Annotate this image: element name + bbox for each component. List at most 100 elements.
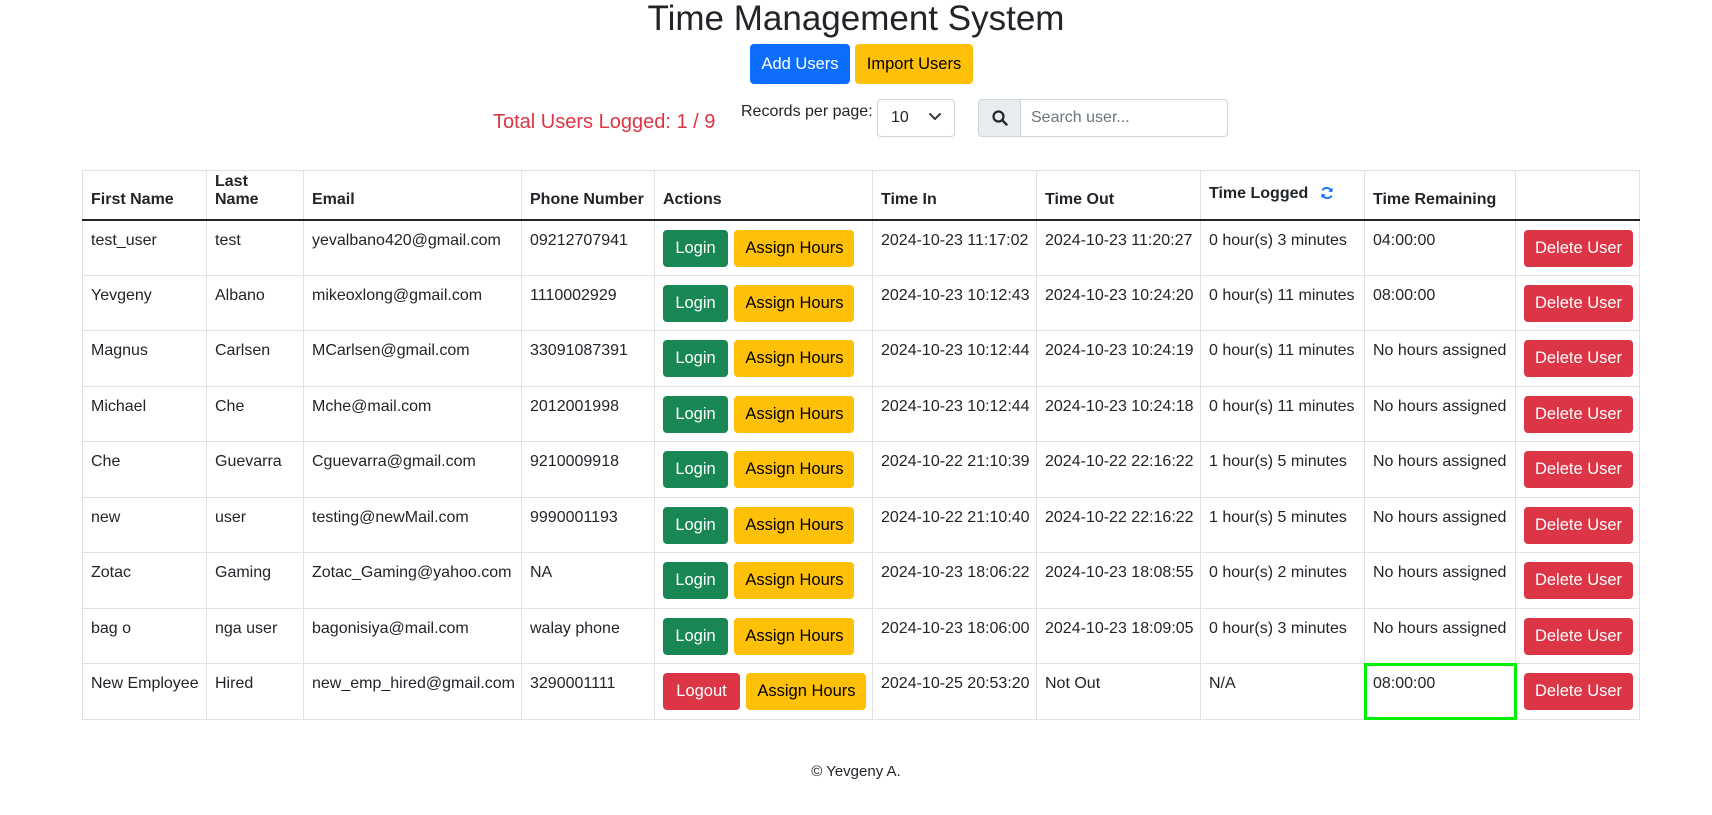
login-button[interactable]: Login (663, 395, 728, 433)
assign-hours-button[interactable]: Assign Hours (734, 340, 855, 377)
cell-time-out: 2024-10-23 10:24:20 (1036, 274, 1201, 331)
header-phone: Phone Number (521, 170, 655, 221)
delete-user-button[interactable]: Delete User (1524, 562, 1633, 599)
assign-hours-button[interactable]: Assign Hours (734, 284, 855, 322)
cell-last-name: Guevarra (206, 441, 304, 498)
cell-time-logged: 1 hour(s) 5 minutes (1200, 496, 1365, 553)
cell-phone: 2012001998 (521, 385, 655, 442)
cell-delete: Delete User (1515, 219, 1640, 276)
footer-copyright: © Yevgeny A. (811, 763, 901, 780)
refresh-icon[interactable] (1320, 186, 1334, 205)
assign-hours-button[interactable]: Assign Hours (734, 562, 855, 599)
delete-user-button[interactable]: Delete User (1524, 673, 1633, 710)
cell-last-name: test (206, 219, 304, 276)
cell-first-name: Che (82, 441, 207, 498)
cell-last-name: user (206, 496, 304, 553)
cell-last-name: Gaming (206, 552, 304, 609)
cell-time-remaining: 08:00:00 (1363, 662, 1517, 720)
login-button[interactable]: Login (663, 562, 728, 599)
login-button[interactable]: Login (663, 451, 728, 488)
assign-hours-button[interactable]: Assign Hours (746, 673, 867, 710)
cell-delete: Delete User (1515, 274, 1640, 331)
cell-time-remaining: No hours assigned (1364, 496, 1516, 553)
cell-email: bagonisiya@mail.com (303, 607, 522, 664)
records-per-page-select[interactable]: 10 (877, 99, 955, 137)
cell-email: testing@newMail.com (303, 496, 522, 553)
header-time-in: Time In (872, 170, 1037, 221)
cell-time-out: 2024-10-23 10:24:19 (1036, 330, 1201, 387)
cell-actions: Login Assign Hours (654, 274, 873, 331)
cell-email: yevalbano420@gmail.com (303, 219, 522, 276)
assign-hours-button[interactable]: Assign Hours (734, 395, 855, 433)
cell-time-in: 2024-10-23 10:12:44 (872, 330, 1037, 387)
delete-user-button[interactable]: Delete User (1524, 284, 1633, 322)
cell-actions: Logout Assign Hours (654, 663, 873, 720)
cell-time-logged: N/A (1200, 663, 1365, 720)
cell-time-in: 2024-10-22 21:10:40 (872, 496, 1037, 553)
delete-user-button[interactable]: Delete User (1524, 395, 1633, 433)
header-first-name: First Name (82, 170, 207, 221)
users-table: First Name Last Name Email Phone Number … (82, 170, 1640, 720)
assign-hours-button[interactable]: Assign Hours (734, 506, 855, 544)
total-users-logged: Total Users Logged: 1 / 9 (493, 111, 716, 133)
search-icon (979, 100, 1021, 136)
assign-hours-button[interactable]: Assign Hours (734, 229, 855, 267)
delete-user-button[interactable]: Delete User (1524, 506, 1633, 544)
cell-email: Zotac_Gaming@yahoo.com (303, 552, 522, 609)
cell-actions: Login Assign Hours (654, 441, 873, 498)
assign-hours-button[interactable]: Assign Hours (734, 451, 855, 488)
login-button[interactable]: Login (663, 506, 728, 544)
cell-first-name: Zotac (82, 552, 207, 609)
header-last-name: Last Name (206, 170, 304, 221)
login-button[interactable]: Login (663, 284, 728, 322)
cell-time-out: 2024-10-23 18:09:05 (1036, 607, 1201, 664)
cell-first-name: test_user (82, 219, 207, 276)
cell-first-name: bag o (82, 607, 207, 664)
cell-actions: Login Assign Hours (654, 385, 873, 442)
delete-user-button[interactable]: Delete User (1524, 340, 1633, 377)
delete-user-button[interactable]: Delete User (1524, 229, 1633, 267)
cell-phone: 33091087391 (521, 330, 655, 387)
delete-user-button[interactable]: Delete User (1524, 617, 1633, 655)
delete-user-button[interactable]: Delete User (1524, 451, 1633, 488)
search-input[interactable] (1021, 100, 1226, 136)
cell-time-in: 2024-10-23 18:06:00 (872, 607, 1037, 664)
cell-time-remaining: No hours assigned (1364, 607, 1516, 664)
login-button[interactable]: Login (663, 340, 728, 377)
logout-button[interactable]: Logout (663, 673, 740, 710)
import-users-button[interactable]: Import Users (855, 44, 973, 84)
assign-hours-button[interactable]: Assign Hours (734, 617, 855, 655)
cell-email: Mche@mail.com (303, 385, 522, 442)
login-button[interactable]: Login (663, 229, 728, 267)
header-actions: Actions (654, 170, 873, 221)
login-button[interactable]: Login (663, 617, 728, 655)
table-row: Yevgeny Albano mikeoxlong@gmail.com 1110002… (82, 274, 1640, 331)
cell-first-name: Yevgeny (82, 274, 207, 331)
table-row: New Employee Hired new_emp_hired@gmail.com… (82, 662, 1640, 720)
cell-email: Cguevarra@gmail.com (303, 441, 522, 498)
cell-delete: Delete User (1515, 552, 1640, 609)
cell-first-name: new (82, 496, 207, 553)
cell-time-out: 2024-10-23 10:24:18 (1036, 385, 1201, 442)
cell-time-in: 2024-10-23 18:06:22 (872, 552, 1037, 609)
cell-phone: 1110002929 (521, 274, 655, 331)
header-time-out: Time Out (1036, 170, 1201, 221)
cell-time-out: 2024-10-22 22:16:22 (1036, 441, 1201, 498)
cell-time-in: 2024-10-23 11:17:02 (872, 219, 1037, 276)
cell-delete: Delete User (1515, 607, 1640, 664)
cell-actions: Login Assign Hours (654, 607, 873, 664)
search-group (978, 99, 1228, 137)
cell-time-remaining: No hours assigned (1364, 441, 1516, 498)
cell-actions: Login Assign Hours (654, 496, 873, 553)
cell-time-logged: 0 hour(s) 11 minutes (1200, 330, 1365, 387)
table-row: Michael Che Mche@mail.com 2012001998 Login A… (82, 385, 1640, 442)
cell-last-name: Che (206, 385, 304, 442)
cell-time-out: 2024-10-23 18:08:55 (1036, 552, 1201, 609)
cell-email: new_emp_hired@gmail.com (303, 663, 522, 720)
table-header-row: First Name Last Name Email Phone Number … (82, 170, 1640, 221)
cell-first-name: Magnus (82, 330, 207, 387)
cell-phone: 9990001193 (521, 496, 655, 553)
header-time-remaining: Time Remaining (1364, 170, 1516, 221)
add-users-button[interactable]: Add Users (750, 44, 850, 84)
cell-time-remaining: 08:00:00 (1364, 274, 1516, 331)
